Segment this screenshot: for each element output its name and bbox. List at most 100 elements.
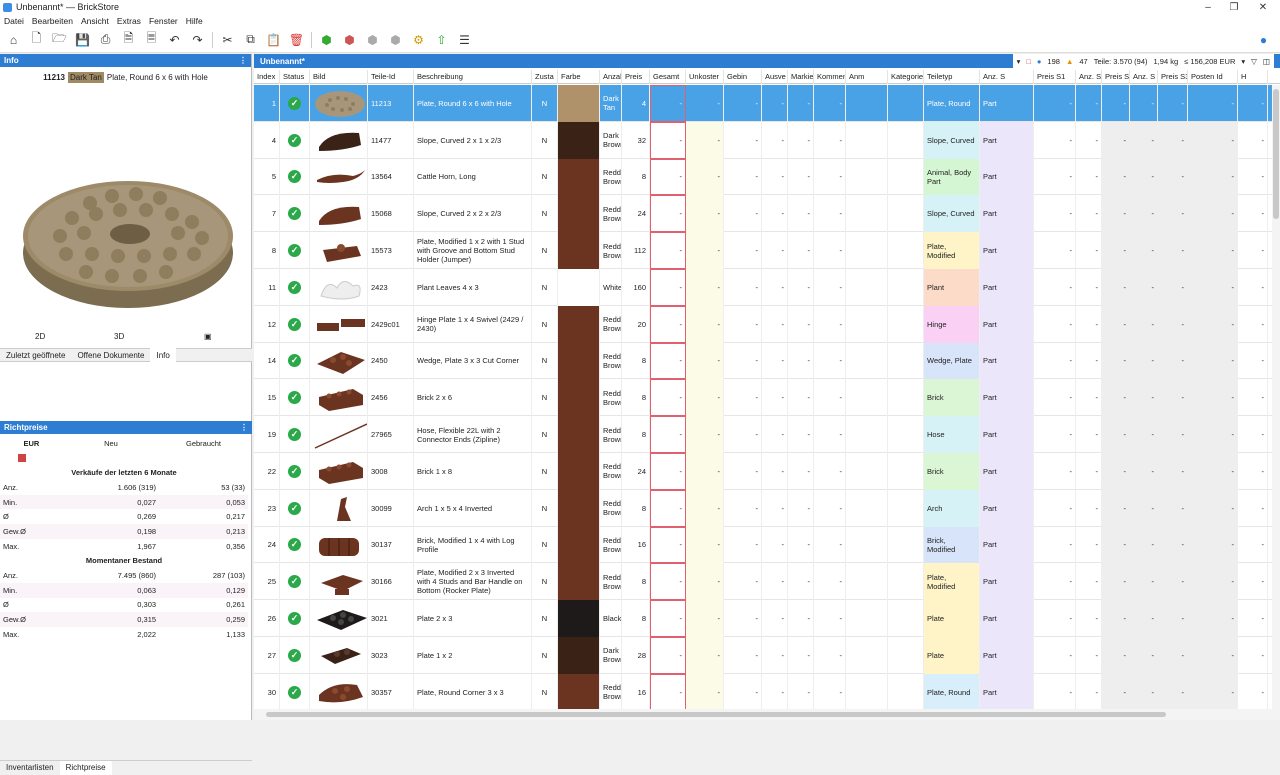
value-cell[interactable]: - [762,637,788,674]
tier-cell[interactable]: - [1130,453,1158,490]
value-cell[interactable]: - [814,85,846,122]
update-prices-icon[interactable]: ⇧ [433,31,451,49]
tier-cell[interactable]: - [1130,121,1158,159]
remarks-cell[interactable] [888,637,924,674]
color-name[interactable]: Black [600,600,622,637]
tier-cell[interactable]: - [1188,489,1238,527]
tier-cell[interactable]: - [1102,489,1130,527]
tab-inventories[interactable]: Inventarlisten [0,761,60,775]
part-id[interactable]: 30099 [368,489,414,527]
columns-icon[interactable]: ☰ [456,31,474,49]
value-cell[interactable]: - [814,526,846,564]
column-layout-icon[interactable]: ◫ [1263,57,1270,66]
tier-cell[interactable]: - [1238,85,1268,122]
tier-cell[interactable]: - [1102,269,1130,306]
remarks-cell[interactable] [888,600,924,637]
menu-hilfe[interactable]: Hilfe [182,16,207,26]
comment-cell[interactable] [846,526,888,564]
tier-cell[interactable]: - [1076,195,1102,233]
tier-cell[interactable]: - [1130,158,1158,196]
value-cell[interactable]: - [814,342,846,380]
bricklink-icon[interactable]: ● [1255,31,1273,49]
remarks-cell[interactable] [888,232,924,269]
table-row[interactable]: 22✓3008Brick 1 x 8NReddish Brown24------… [254,453,1272,490]
value-cell[interactable]: - [686,637,724,674]
value-cell[interactable]: - [814,379,846,417]
value-cell[interactable]: - [686,158,724,196]
value-cell[interactable]: - [762,673,788,709]
description[interactable]: Brick 1 x 8 [414,453,532,490]
part-id[interactable]: 30357 [368,673,414,709]
column-header[interactable]: Unkoster [686,70,724,84]
price-cell[interactable]: - [650,489,686,527]
tier-cell[interactable]: - [1188,637,1238,674]
column-header[interactable]: Gesamt [650,70,686,84]
vertical-scrollbar[interactable] [1272,85,1280,709]
part-id[interactable]: 3008 [368,453,414,490]
value-cell[interactable]: - [686,195,724,233]
condition[interactable]: N [532,600,558,637]
value-cell[interactable]: - [814,232,846,269]
tier-cell[interactable]: - [1238,416,1268,453]
price-cell[interactable]: - [650,600,686,637]
value-cell[interactable]: - [814,416,846,453]
value-cell[interactable]: - [724,85,762,122]
copy-icon[interactable]: ⧉ [242,31,260,49]
tier-cell[interactable]: - [1076,637,1102,674]
table-row[interactable]: 12 ✓ 2429c01 Hinge Plate 1 x 4 Swivel (2429… [254,305,1272,343]
table-row[interactable]: 14 ✓ 2450 Wedge, Plate 3 x 3 Cut Corner N Red… [254,342,1272,380]
description[interactable]: Brick, Modified 1 x 4 with Log Profile [414,526,532,564]
quantity[interactable]: 24 [622,195,650,233]
value-cell[interactable]: - [724,379,762,417]
tier-cell[interactable]: - [1238,600,1268,637]
description[interactable]: Cattle Horn, Long [414,158,532,196]
quantity[interactable]: 8 [622,600,650,637]
menu-bearbeiten[interactable]: Bearbeiten [28,16,77,26]
table-row[interactable]: 5✓13564Cattle Horn, LongNReddish Brown8-… [254,158,1272,196]
column-header[interactable]: Anzah [600,70,622,84]
value-cell[interactable]: - [788,269,814,306]
value-cell[interactable]: - [814,121,846,159]
description[interactable]: Plate, Round 6 x 6 with Hole [414,85,532,122]
value-cell[interactable]: - [762,489,788,527]
open-folder-icon[interactable]: 🗁 [51,31,69,49]
quantity[interactable]: 8 [622,379,650,417]
comment-cell[interactable] [846,232,888,269]
quantity[interactable]: 8 [622,342,650,380]
table-row[interactable]: 25 ✓ 30166 Plate, Modified 2 x 3 Inverted w… [254,563,1272,601]
value-cell[interactable]: - [724,342,762,380]
tier-cell[interactable]: - [1158,379,1188,417]
color-name[interactable]: Reddish Brown [600,232,622,269]
tier-cell[interactable]: - [1188,342,1238,380]
value-cell[interactable]: - [788,489,814,527]
tier-cell[interactable]: - [1158,269,1188,306]
tier-cell[interactable]: - [1102,600,1130,637]
color-name[interactable]: Reddish Brown [600,379,622,417]
tier-cell[interactable]: - [1034,379,1076,417]
price-cell[interactable]: - [650,453,686,490]
condition[interactable]: N [532,379,558,417]
tier-cell[interactable]: - [1076,453,1102,490]
tier-cell[interactable]: - [1034,342,1076,380]
price-cell[interactable]: - [650,526,686,564]
tier-cell[interactable]: - [1102,195,1130,233]
quantity[interactable]: 8 [622,416,650,453]
tier-cell[interactable]: - [1034,526,1076,564]
price-cell[interactable]: - [650,195,686,233]
minimize-button[interactable]: – [1195,0,1221,14]
comment-cell[interactable] [846,158,888,196]
tier-cell[interactable]: - [1188,379,1238,417]
tier-cell[interactable]: - [1158,526,1188,564]
remarks-cell[interactable] [888,673,924,709]
value-cell[interactable]: - [724,416,762,453]
value-cell[interactable]: - [814,158,846,196]
value-cell[interactable]: - [724,563,762,601]
value-cell[interactable]: - [686,416,724,453]
tier-cell[interactable]: - [1238,453,1268,490]
quantity[interactable]: 8 [622,563,650,601]
menu-extras[interactable]: Extras [113,16,145,26]
column-header[interactable]: Ausve [762,70,788,84]
table-row[interactable]: 1 ✓ 11213 Plate, Round 6 x 6 with Hole N Dark… [254,85,1272,122]
remarks-cell[interactable] [888,269,924,306]
value-cell[interactable]: - [724,637,762,674]
